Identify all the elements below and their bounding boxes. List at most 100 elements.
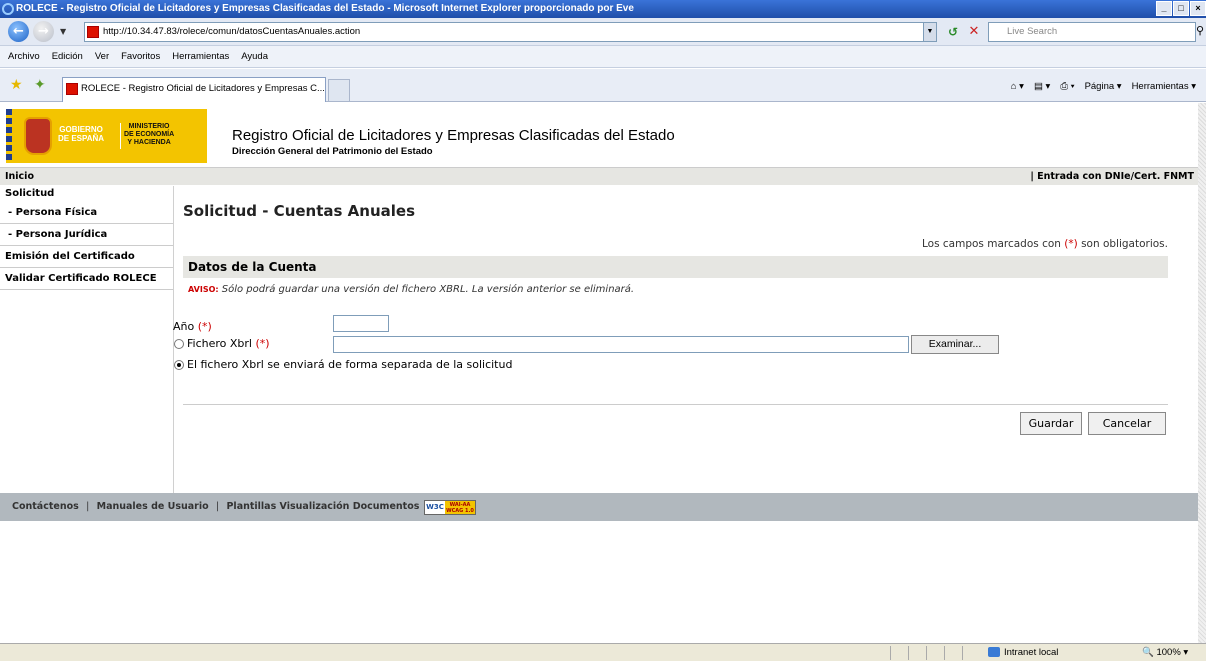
logo-divider <box>120 123 121 149</box>
back-icon[interactable]: ← <box>8 21 29 42</box>
vertical-scrollbar[interactable] <box>1198 103 1206 643</box>
site-title: Registro Oficial de Licitadores y Empres… <box>232 127 675 144</box>
print-button[interactable]: ⎙ ▾ <box>1060 81 1074 92</box>
history-dropdown-icon[interactable]: ▼ <box>60 27 66 36</box>
required-mark: (*) <box>1064 238 1078 250</box>
add-favorites-icon[interactable]: ✦ <box>34 77 46 93</box>
address-bar: ← → ▼ http://10.34.47.83/rolece/comun/da… <box>0 18 1206 46</box>
sidebar-item-validar-certificado[interactable]: Validar Certificado ROLECE <box>0 268 173 290</box>
status-cell <box>890 646 906 660</box>
warning-message: AVISO: Sólo podrá guardar una versión de… <box>188 284 634 295</box>
status-cell <box>962 646 978 660</box>
anio-label-text: Año <box>173 320 195 333</box>
xbrl-label: Fichero Xbrl (*) <box>187 337 270 350</box>
xbrl-label-text: Fichero Xbrl <box>187 337 252 350</box>
url-dropdown-icon[interactable]: ▼ <box>923 22 937 42</box>
required-note-post: son obligatorios. <box>1081 238 1168 250</box>
new-tab-button[interactable] <box>328 79 350 102</box>
status-cell <box>908 646 924 660</box>
sidebar-item-emision-certificado[interactable]: Emisión del Certificado <box>0 246 173 268</box>
tools-menu-button[interactable]: Herramientas ▾ <box>1132 81 1196 92</box>
stop-icon[interactable]: ✕ <box>966 24 982 40</box>
search-icon[interactable]: ⚲ <box>1196 24 1204 37</box>
radio-send-separately[interactable] <box>174 360 184 370</box>
cancel-button[interactable]: Cancelar <box>1088 412 1166 435</box>
site-subtitle: Dirección General del Patrimonio del Est… <box>232 146 433 157</box>
tab-title: ROLECE - Registro Oficial de Licitadores… <box>81 83 325 94</box>
sidebar-item-persona-fisica[interactable]: - Persona Física <box>0 202 173 224</box>
minimize-button[interactable]: _ <box>1156 1 1172 16</box>
form-divider <box>183 404 1168 405</box>
eu-flag-icon <box>6 109 12 163</box>
status-cell <box>926 646 942 660</box>
dnie-login-link[interactable]: | Entrada con DNIe/Cert. FNMT <box>1030 168 1194 186</box>
page-content: GOBIERNO DE ESPAÑA MINISTERIO DE ECONOMÍ… <box>0 103 1198 643</box>
menu-favoritos[interactable]: Favoritos <box>121 51 160 62</box>
page-menu-button[interactable]: Página ▾ <box>1085 81 1122 92</box>
top-navigation: Inicio | Entrada con DNIe/Cert. FNMT <box>0 167 1198 185</box>
coat-of-arms-icon <box>24 117 52 155</box>
xbrl-required-mark: (*) <box>255 337 270 350</box>
required-fields-note: Los campos marcados con (*) son obligato… <box>922 238 1168 250</box>
window-title: ROLECE - Registro Oficial de Licitadores… <box>16 3 634 14</box>
page-title: Solicitud - Cuentas Anuales <box>183 202 415 220</box>
footer-link-templates[interactable]: Plantillas Visualización Documentos <box>226 501 419 512</box>
menu-bar: Archivo Edición Ver Favoritos Herramient… <box>0 46 1206 68</box>
close-button[interactable]: × <box>1190 1 1206 16</box>
browse-button[interactable]: Examinar... <box>911 335 999 354</box>
search-input[interactable]: Live Search <box>988 22 1196 42</box>
save-button[interactable]: Guardar <box>1020 412 1082 435</box>
forward-icon[interactable]: → <box>33 21 54 42</box>
wai-aa-badge[interactable]: W3C WAI-AA WCAG 1.0 <box>424 500 476 515</box>
browser-window: ROLECE - Registro Oficial de Licitadores… <box>0 0 1206 661</box>
status-bar: Intranet local 🔍 100% ▾ <box>0 643 1206 661</box>
zone-text: Intranet local <box>1004 647 1059 658</box>
wai-aa-badge-text: WAI-AA WCAG 1.0 <box>445 501 475 514</box>
home-link[interactable]: Inicio <box>5 168 34 186</box>
zoom-level[interactable]: 🔍 100% ▾ <box>1142 646 1188 660</box>
status-cell <box>944 646 960 660</box>
favorites-star-icon[interactable]: ★ <box>10 77 23 93</box>
logo-gobierno-text: GOBIERNO DE ESPAÑA <box>58 125 105 143</box>
tab-rolece[interactable]: ROLECE - Registro Oficial de Licitadores… <box>62 77 326 102</box>
home-button[interactable]: ⌂ ▾ <box>1011 81 1024 92</box>
sidebar-item-solicitud[interactable]: Solicitud <box>0 186 173 202</box>
url-input[interactable]: http://10.34.47.83/rolece/comun/datosCue… <box>84 22 937 42</box>
menu-herramientas[interactable]: Herramientas <box>172 51 229 62</box>
warning-text: Sólo podrá guardar una versión del fiche… <box>221 284 635 295</box>
menu-ayuda[interactable]: Ayuda <box>241 51 268 62</box>
menu-edicion[interactable]: Edición <box>52 51 83 62</box>
footer-link-manuals[interactable]: Manuales de Usuario <box>97 501 209 512</box>
maximize-button[interactable]: □ <box>1173 1 1189 16</box>
section-title: Datos de la Cuenta <box>183 256 1168 278</box>
title-bar: ROLECE - Registro Oficial de Licitadores… <box>0 0 1206 18</box>
logo-ministerio-text: MINISTERIO DE ECONOMÍA Y HACIENDA <box>124 123 175 146</box>
footer-separator: | <box>215 501 220 512</box>
footer-link-contact[interactable]: Contáctenos <box>12 501 79 512</box>
zoom-text: 100% <box>1156 647 1181 658</box>
security-zone[interactable]: Intranet local <box>988 646 1058 660</box>
anio-input[interactable] <box>333 315 389 332</box>
intranet-icon <box>988 647 1000 658</box>
site-footer: Contáctenos | Manuales de Usuario | Plan… <box>0 493 1198 521</box>
site-header: GOBIERNO DE ESPAÑA MINISTERIO DE ECONOMÍ… <box>0 103 1198 167</box>
site-favicon-icon <box>87 26 99 38</box>
radio-upload-xbrl[interactable] <box>174 339 184 349</box>
sidebar-item-persona-juridica[interactable]: - Persona Jurídica <box>0 224 173 246</box>
anio-required-mark: (*) <box>197 320 212 333</box>
sidebar: Solicitud - Persona Física - Persona Jur… <box>0 186 174 496</box>
menu-archivo[interactable]: Archivo <box>8 51 40 62</box>
window-controls: _ □ × <box>1156 1 1206 16</box>
government-logo[interactable]: GOBIERNO DE ESPAÑA MINISTERIO DE ECONOMÍ… <box>6 109 207 163</box>
search-placeholder: Live Search <box>1007 26 1058 37</box>
feeds-button[interactable]: ▤ ▾ <box>1034 81 1050 92</box>
refresh-icon[interactable]: ↺ <box>945 24 961 40</box>
main-panel: Solicitud - Cuentas Anuales Los campos m… <box>173 186 1168 586</box>
ie-icon <box>2 3 14 15</box>
command-bar: ⌂ ▾ ▤ ▾ ⎙ ▾ Página ▾ Herramientas ▾ <box>1011 81 1196 92</box>
menu-ver[interactable]: Ver <box>95 51 109 62</box>
xbrl-file-input[interactable] <box>333 336 909 353</box>
tab-favicon-icon <box>66 83 78 95</box>
send-separately-label: El fichero Xbrl se enviará de forma sepa… <box>187 358 513 371</box>
anio-label: Año (*) <box>173 320 212 333</box>
